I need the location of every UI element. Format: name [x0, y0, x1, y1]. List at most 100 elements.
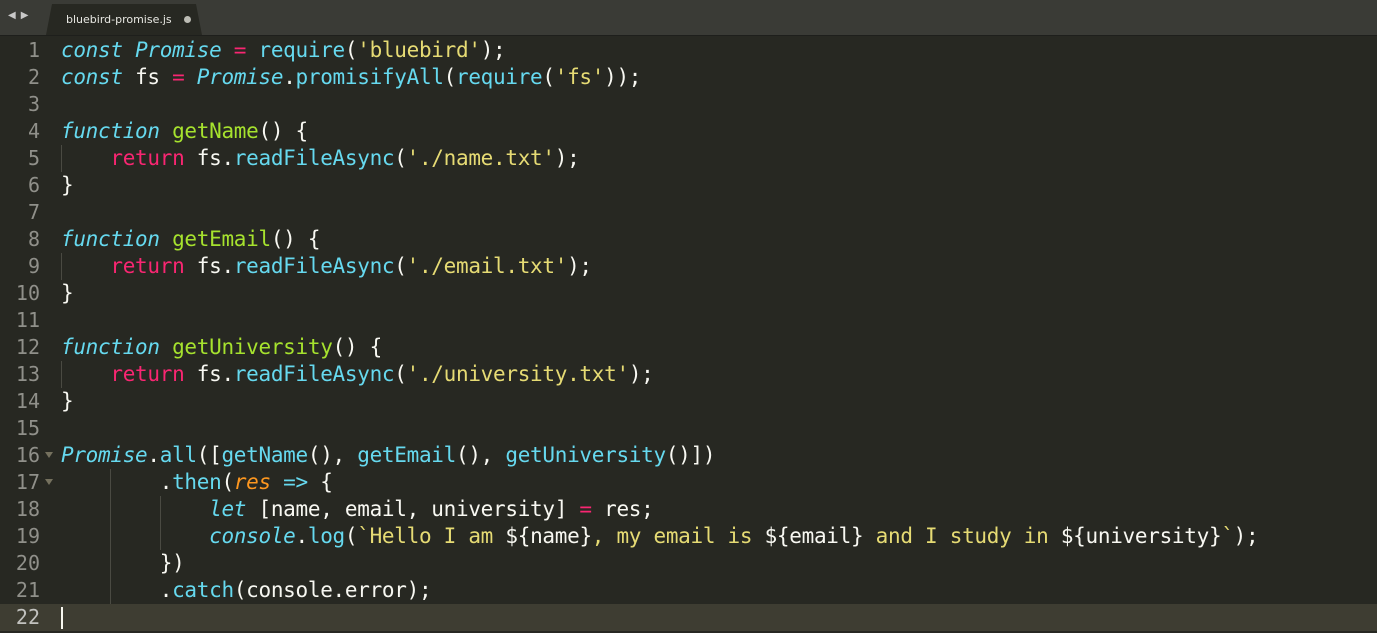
- code-token: require: [258, 38, 346, 62]
- line-number: 17: [15, 470, 40, 494]
- code-line[interactable]: 15: [0, 415, 1377, 442]
- code-token: name: [530, 524, 580, 548]
- code-token: ${: [1060, 524, 1086, 548]
- arrow-right-icon[interactable]: ▶: [21, 10, 30, 21]
- code-line[interactable]: 14}: [0, 388, 1377, 415]
- code-line[interactable]: 3: [0, 91, 1377, 118]
- code-token: (: [443, 65, 457, 89]
- code-line[interactable]: 9 return fs.readFileAsync('./email.txt')…: [0, 253, 1377, 280]
- arrow-left-icon[interactable]: ◀: [8, 10, 17, 21]
- code-token: (: [344, 38, 358, 62]
- code-token: (: [542, 65, 555, 89]
- code-token: fs: [196, 254, 222, 278]
- code-text: return fs.readFileAsync('./name.txt');: [61, 145, 579, 172]
- code-token: =>: [270, 470, 321, 494]
- code-line[interactable]: 21 .catch(console.error);: [0, 577, 1377, 604]
- code-text: const fs = Promise.promisifyAll(require(…: [61, 64, 641, 91]
- code-token: readFileAsync: [233, 362, 395, 386]
- code-token: ${: [764, 524, 790, 548]
- code-token: (: [221, 470, 234, 494]
- code-token: and I study in: [863, 524, 1061, 548]
- tab-bluebird-promise[interactable]: bluebird-promise.js: [46, 4, 202, 35]
- code-token: ([: [196, 443, 222, 467]
- code-line[interactable]: 20 }): [0, 550, 1377, 577]
- code-line[interactable]: 2 const fs = Promise.promisifyAll(require…: [0, 64, 1377, 91]
- line-number: 14: [15, 389, 40, 413]
- code-token: const: [61, 38, 136, 62]
- code-token: (: [344, 524, 358, 548]
- code-token: getEmail: [172, 227, 271, 251]
- line-number: 12: [15, 335, 40, 359]
- code-line[interactable]: 12 function getUniversity() {: [0, 334, 1377, 361]
- code-editor[interactable]: 1 const Promise = require('bluebird'); 2 co…: [0, 36, 1377, 631]
- code-token: () {: [332, 335, 383, 359]
- tab-bar: ◀ ▶ bluebird-promise.js: [0, 0, 1377, 36]
- code-token: './name.txt': [406, 146, 555, 170]
- code-line[interactable]: 8 function getEmail() {: [0, 226, 1377, 253]
- code-token: getEmail: [357, 443, 456, 467]
- unsaved-dot-icon[interactable]: [184, 16, 191, 23]
- code-token: () {: [270, 227, 321, 251]
- code-token: log: [307, 524, 345, 548]
- line-number: 10: [15, 281, 40, 305]
- code-token: (: [394, 146, 407, 170]
- code-token: =: [579, 497, 605, 521]
- code-token: );: [567, 254, 592, 278]
- line-number: 4: [27, 119, 40, 143]
- fold-arrow-icon[interactable]: [45, 479, 53, 485]
- code-text: }: [61, 388, 74, 415]
- line-number: 11: [15, 308, 40, 332]
- code-token: let: [209, 497, 259, 521]
- line-number: 21: [15, 578, 40, 602]
- code-line[interactable]: 19 console.log(`Hello I am ${name}, my e…: [0, 523, 1377, 550]
- code-token: res: [233, 470, 271, 494]
- code-token: );: [554, 146, 580, 170]
- code-token: promisifyAll: [295, 65, 444, 89]
- code-token: , my email is: [591, 524, 765, 548]
- code-token: .: [283, 65, 296, 89]
- code-line[interactable]: 17 .then(res => {: [0, 469, 1377, 496]
- code-token: {: [320, 470, 333, 494]
- code-token: }: [1208, 524, 1222, 548]
- code-line[interactable]: 1 const Promise = require('bluebird');: [0, 37, 1377, 64]
- code-token: fs: [196, 362, 222, 386]
- code-line[interactable]: 13 return fs.readFileAsync('./university…: [0, 361, 1377, 388]
- line-number: 1: [27, 38, 40, 62]
- line-number: 5: [27, 146, 40, 170]
- code-text: function getName() {: [61, 118, 308, 145]
- fold-arrow-icon[interactable]: [45, 452, 53, 458]
- code-line[interactable]: 6}: [0, 172, 1377, 199]
- code-line[interactable]: 7: [0, 199, 1377, 226]
- code-token: Promise: [135, 38, 222, 62]
- code-token: (: [394, 254, 407, 278]
- code-line[interactable]: 4 function getName() {: [0, 118, 1377, 145]
- code-line[interactable]: 11: [0, 307, 1377, 334]
- code-line[interactable]: 18 let [name, email, university] = res;: [0, 496, 1377, 523]
- code-token: ()]): [665, 443, 716, 467]
- code-text: }: [61, 280, 74, 307]
- line-number: 22: [15, 605, 40, 629]
- line-number: 13: [15, 362, 40, 386]
- line-number: 18: [15, 497, 40, 521]
- code-token: .: [147, 443, 160, 467]
- code-line[interactable]: 10}: [0, 280, 1377, 307]
- code-token: =: [159, 65, 197, 89]
- code-token: );: [628, 362, 654, 386]
- code-token: }): [159, 551, 185, 575]
- code-token: res;: [604, 497, 654, 521]
- code-line[interactable]: 5 return fs.readFileAsync('./name.txt');: [0, 145, 1377, 172]
- line-number: 6: [27, 173, 40, 197]
- code-line[interactable]: 16 Promise.all([getName(), getEmail(), ge…: [0, 442, 1377, 469]
- line-number: 2: [27, 65, 40, 89]
- code-token: 'bluebird': [357, 38, 481, 62]
- line-number: 20: [15, 551, 40, 575]
- line-number: 3: [27, 92, 40, 116]
- code-line[interactable]: 22: [0, 604, 1377, 631]
- code-token: ${: [505, 524, 531, 548]
